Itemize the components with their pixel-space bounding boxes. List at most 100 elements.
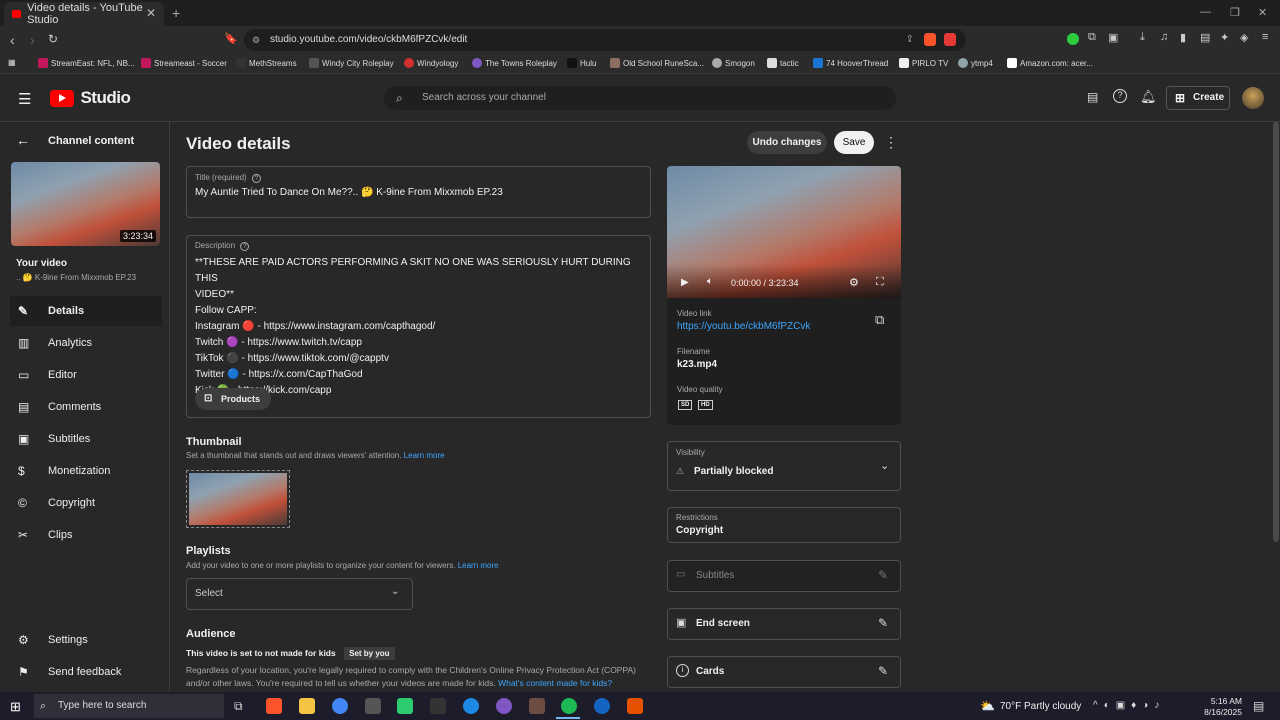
products-button[interactable]: ⊡ Products xyxy=(195,388,271,410)
back-icon[interactable]: ‹ xyxy=(10,32,15,48)
app-icon[interactable] xyxy=(430,698,446,714)
taskbar-search-input[interactable]: ⌕ Type here to search xyxy=(34,694,224,718)
bookmark-item[interactable]: PIRLO TV xyxy=(899,58,948,68)
sidebar-item-copyright[interactable]: © Copyright xyxy=(10,488,162,518)
avatar[interactable] xyxy=(1242,87,1264,109)
bookmark-item[interactable]: Smogon xyxy=(712,58,755,68)
info-icon[interactable]: ? xyxy=(240,242,250,251)
play-icon[interactable]: ▶ xyxy=(681,277,689,288)
sidebar-item-subtitles[interactable]: ▣ Subtitles xyxy=(10,424,162,454)
minimize-icon[interactable]: — xyxy=(1200,6,1211,18)
cards-row[interactable]: i Cards ✎ xyxy=(667,656,901,688)
player-settings-icon[interactable]: ⚙ xyxy=(849,276,859,289)
app-icon[interactable] xyxy=(496,698,512,714)
sidebar-item-settings[interactable]: ⚙ Settings xyxy=(10,625,162,655)
fullscreen-icon[interactable]: ⛶ xyxy=(876,276,884,289)
menu-icon[interactable]: ≡ xyxy=(1262,31,1268,43)
channel-content-link[interactable]: Channel content xyxy=(48,135,134,147)
new-tab-icon[interactable]: + xyxy=(172,5,180,21)
playlists-learn-more-link[interactable]: Learn more xyxy=(458,561,499,570)
info-icon[interactable]: ? xyxy=(251,174,261,183)
app-icon[interactable] xyxy=(365,698,381,714)
edit-pencil-icon[interactable]: ✎ xyxy=(878,616,888,630)
bookmark-item[interactable]: Old School RuneSca... xyxy=(610,58,704,68)
bookmark-item[interactable]: Streameast - Soccer xyxy=(141,58,227,68)
close-tab-icon[interactable]: ✕ xyxy=(146,6,156,20)
bookmark-item[interactable]: Amazon.com: acer... xyxy=(1007,58,1093,68)
create-button[interactable]: ⊞ Create xyxy=(1166,86,1230,110)
bookmark-item[interactable]: Windyology xyxy=(404,58,458,68)
forward-icon[interactable]: › xyxy=(30,32,35,48)
brave-shield-icon[interactable] xyxy=(924,33,936,46)
sidebar-item-monetization[interactable]: $ Monetization xyxy=(10,456,162,486)
sidebar-video-thumbnail[interactable]: 3:23:34 xyxy=(11,162,160,246)
sidebar-item-clips[interactable]: ✂ Clips xyxy=(10,520,162,550)
weather-text[interactable]: 70°F Partly cloudy xyxy=(1000,701,1081,712)
app-icon[interactable] xyxy=(627,698,643,714)
sidebar-item-editor[interactable]: ▭ Editor xyxy=(10,360,162,390)
app-icon[interactable] xyxy=(397,698,413,714)
help-icon[interactable]: ? xyxy=(1113,89,1127,103)
brave-browser-icon[interactable] xyxy=(266,698,282,714)
title-input[interactable]: My Auntie Tried To Dance On Me??.. 🤔 K-9… xyxy=(195,187,503,198)
bookmark-item[interactable]: MethStreams xyxy=(236,58,297,68)
more-options-icon[interactable]: ⋮ xyxy=(884,134,898,151)
sidebar-item-details[interactable]: ✎ Details xyxy=(10,296,162,326)
notification-center-icon[interactable]: ▤ xyxy=(1253,699,1264,713)
sidebar-toggle-icon[interactable]: ▮ xyxy=(1180,31,1186,44)
app-icon[interactable] xyxy=(594,698,610,714)
save-button[interactable]: Save xyxy=(834,131,874,154)
url-bar[interactable]: ⚙ studio.youtube.com/video/ckbM6fPZCvk/e… xyxy=(244,29,966,51)
clock[interactable]: 5:16 AM 8/16/2025 xyxy=(1202,696,1242,718)
bookmark-item[interactable]: ytmp4 xyxy=(958,58,993,68)
sidebar-item-send-feedback[interactable]: ⚑ Send feedback xyxy=(10,657,162,687)
edit-pencil-icon[interactable]: ✎ xyxy=(878,664,888,678)
edit-pencil-icon[interactable]: ✎ xyxy=(878,568,888,582)
kids-content-link[interactable]: What's content made for kids? xyxy=(498,678,612,688)
bookmark-item[interactable]: The Towns Roleplay xyxy=(472,58,557,68)
notifications-bell-icon[interactable]: 🔔︎ xyxy=(1140,89,1157,105)
studio-logo[interactable]: Studio xyxy=(50,88,131,108)
share-icon[interactable]: ⇪ xyxy=(906,29,914,51)
bookmark-item[interactable]: 74 HooverThread xyxy=(813,58,888,68)
system-tray-icons[interactable]: ^◐▣♦◑♪ xyxy=(1093,700,1165,711)
feedback-icon[interactable]: ▤ xyxy=(1087,90,1098,104)
thumbnail-learn-more-link[interactable]: Learn more xyxy=(404,451,445,460)
chrome-icon[interactable] xyxy=(332,698,348,714)
video-player[interactable]: ▶ 🔈︎ 0:00:00 / 3:23:34 ⚙ ⛶ xyxy=(667,166,901,298)
page-scrollbar[interactable] xyxy=(1273,122,1279,542)
brave-rewards-icon[interactable] xyxy=(944,33,956,46)
undo-changes-button[interactable]: Undo changes xyxy=(747,131,827,154)
browser-tab[interactable]: Video details - YouTube Studio ✕ xyxy=(4,2,164,26)
description-text[interactable]: **THESE ARE PAID ACTORS PERFORMING A SKI… xyxy=(195,255,650,399)
task-view-icon[interactable]: ⧉ xyxy=(234,699,243,714)
apps-grid-icon[interactable]: ▦ xyxy=(8,58,16,67)
weather-icon[interactable]: ⛅ xyxy=(980,699,995,713)
restore-icon[interactable]: ❐ xyxy=(1230,6,1240,19)
app-icon[interactable] xyxy=(529,698,545,714)
subtitles-row[interactable]: ▭ Subtitles ✎ xyxy=(667,560,901,592)
site-info-icon[interactable]: ⚙ xyxy=(252,29,260,51)
wallet-icon[interactable]: ▤ xyxy=(1200,31,1210,44)
volume-icon[interactable]: 🔈︎ xyxy=(707,276,713,287)
description-field[interactable]: Description ? **THESE ARE PAID ACTORS PE… xyxy=(186,235,651,418)
visibility-dropdown[interactable]: Visibility ⚠ Partially blocked ⌄ xyxy=(667,441,901,491)
copy-icon[interactable]: ⧉ xyxy=(875,312,884,328)
hamburger-menu-icon[interactable]: ☰ xyxy=(18,90,31,108)
windows-start-icon[interactable]: ⊞ xyxy=(10,699,21,715)
thumbnail-option[interactable] xyxy=(186,470,290,528)
bookmark-icon[interactable]: 🔖 xyxy=(224,32,238,45)
restrictions-box[interactable]: Restrictions Copyright xyxy=(667,507,901,543)
sidebar-item-comments[interactable]: ▤ Comments xyxy=(10,392,162,422)
vpn-icon[interactable]: ◈ xyxy=(1240,31,1248,44)
bookmark-item[interactable]: StreamEast: NFL, NB... xyxy=(38,58,135,68)
file-explorer-icon[interactable] xyxy=(299,698,315,714)
arrow-back-icon[interactable]: ← xyxy=(16,132,30,148)
playlist-select[interactable]: Select ⌄ xyxy=(186,578,413,610)
extensions-puzzle-icon[interactable]: ⧉ xyxy=(1088,31,1096,44)
screenshot-icon[interactable]: ▣ xyxy=(1108,31,1118,44)
bookmark-item[interactable]: tactic xyxy=(767,58,799,68)
end-screen-row[interactable]: ▣ End screen ✎ xyxy=(667,608,901,640)
title-field[interactable]: Title (required) ? My Auntie Tried To Da… xyxy=(186,166,651,218)
channel-search-input[interactable]: ⌕ Search across your channel xyxy=(384,86,896,110)
